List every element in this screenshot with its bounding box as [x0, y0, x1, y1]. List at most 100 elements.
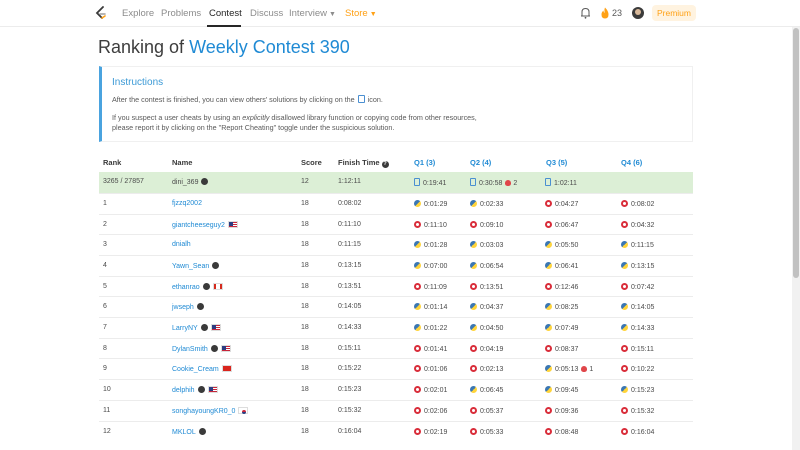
nav-discuss[interactable]: Discuss [250, 8, 283, 19]
cpp-icon[interactable] [414, 365, 421, 372]
bell-icon[interactable] [580, 7, 591, 19]
user-name-link[interactable]: DylanSmith [172, 346, 208, 353]
header-q3[interactable]: Q3 (5) [546, 158, 567, 167]
python-icon[interactable] [545, 324, 552, 331]
user-name-link[interactable]: Yawn_Sean [172, 263, 209, 270]
submission-time: 0:04:32 [631, 222, 655, 229]
submission-time: 0:02:13 [480, 366, 504, 373]
score-cell: 18 [301, 345, 309, 352]
user-name-link[interactable]: delphih [172, 387, 195, 394]
python-icon[interactable] [545, 241, 552, 248]
badge-icon [198, 428, 206, 435]
python-icon[interactable] [470, 386, 477, 393]
python-icon[interactable] [621, 386, 628, 393]
submission-time: 0:30:58 [479, 180, 503, 187]
python-icon[interactable] [621, 262, 628, 269]
contest-link[interactable]: Weekly Contest 390 [189, 37, 350, 57]
python-icon[interactable] [414, 200, 421, 207]
python-icon[interactable] [414, 324, 421, 331]
cpp-icon[interactable] [545, 428, 552, 435]
cpp-icon[interactable] [621, 200, 628, 207]
cpp-icon[interactable] [545, 200, 552, 207]
user-name-link[interactable]: jwseph [172, 304, 194, 311]
cpp-icon[interactable] [414, 428, 421, 435]
python-icon[interactable] [545, 365, 552, 372]
user-name-link[interactable]: Cookie_Cream [172, 366, 219, 373]
python-icon[interactable] [470, 303, 477, 310]
user-name-link[interactable]: songhayoungKR0_0 [172, 408, 235, 415]
cpp-icon[interactable] [470, 365, 477, 372]
submission-time: 0:07:49 [555, 325, 579, 332]
cpp-icon[interactable] [545, 407, 552, 414]
submission-time: 0:08:48 [555, 429, 579, 436]
cpp-icon[interactable] [414, 407, 421, 414]
python-icon[interactable] [621, 303, 628, 310]
python-icon[interactable] [414, 303, 421, 310]
document-icon[interactable] [545, 178, 551, 186]
cpp-icon[interactable] [621, 407, 628, 414]
cpp-icon[interactable] [621, 345, 628, 352]
user-name-link[interactable]: dnialh [172, 241, 191, 248]
cpp-icon[interactable] [414, 283, 421, 290]
nav-contest[interactable]: Contest [209, 8, 242, 19]
nav-interview[interactable]: Interview ▼ [289, 8, 336, 19]
cpp-icon[interactable] [414, 221, 421, 228]
cpp-icon[interactable] [621, 221, 628, 228]
user-name-link[interactable]: giantcheeseguy2 [172, 222, 225, 229]
user-name-link[interactable]: fjzzq2002 [172, 200, 202, 207]
instructions-line-1-end: icon. [367, 95, 383, 104]
document-icon[interactable] [470, 178, 476, 186]
header-q2[interactable]: Q2 (4) [470, 158, 491, 167]
cpp-icon[interactable] [414, 386, 421, 393]
document-icon[interactable] [414, 178, 420, 186]
cpp-icon[interactable] [545, 283, 552, 290]
user-name-link[interactable]: dini_369 [172, 179, 198, 186]
python-icon[interactable] [621, 241, 628, 248]
flag-ca-icon [212, 283, 223, 290]
help-icon[interactable]: ? [381, 161, 389, 168]
python-icon[interactable] [470, 241, 477, 248]
python-icon[interactable] [414, 262, 421, 269]
badge-icon [202, 283, 210, 290]
scrollbar-thumb[interactable] [793, 28, 799, 278]
q1-cell: 0:01:14 [414, 303, 447, 311]
submission-time: 0:08:37 [555, 346, 579, 353]
cpp-icon[interactable] [470, 283, 477, 290]
cpp-icon[interactable] [470, 345, 477, 352]
q4-cell: 0:15:23 [621, 386, 654, 394]
avatar[interactable] [632, 7, 644, 19]
fire-icon[interactable] [600, 7, 610, 19]
cpp-icon[interactable] [545, 345, 552, 352]
cpp-icon[interactable] [414, 345, 421, 352]
nav-problems[interactable]: Problems [161, 8, 201, 19]
score-cell: 18 [301, 407, 309, 414]
python-icon[interactable] [470, 324, 477, 331]
cpp-icon[interactable] [470, 428, 477, 435]
python-icon[interactable] [470, 200, 477, 207]
cpp-icon[interactable] [621, 283, 628, 290]
python-icon[interactable] [470, 262, 477, 269]
user-name-link[interactable]: ethanrao [172, 284, 200, 291]
python-icon[interactable] [545, 262, 552, 269]
user-name-link[interactable]: MKLOL [172, 429, 196, 436]
python-icon[interactable] [621, 324, 628, 331]
python-icon[interactable] [414, 241, 421, 248]
nav-store[interactable]: Store ▼ [345, 8, 377, 19]
nav-explore[interactable]: Explore [122, 8, 154, 19]
premium-button[interactable]: Premium [652, 5, 696, 21]
cpp-icon[interactable] [621, 365, 628, 372]
q4-cell: 0:08:02 [621, 200, 654, 208]
cpp-icon[interactable] [621, 428, 628, 435]
submission-time: 0:11:10 [424, 222, 447, 229]
header-q1[interactable]: Q1 (3) [414, 158, 435, 167]
python-icon[interactable] [545, 386, 552, 393]
cpp-icon[interactable] [545, 221, 552, 228]
cpp-icon[interactable] [470, 221, 477, 228]
python-icon[interactable] [545, 303, 552, 310]
instructions-line-3: please report it by clicking on the "Rep… [112, 123, 395, 132]
user-name-link[interactable]: LarryNY [172, 325, 198, 332]
leetcode-logo[interactable] [95, 6, 107, 21]
rank-cell: 3 [103, 241, 107, 248]
header-q4[interactable]: Q4 (6) [621, 158, 642, 167]
cpp-icon[interactable] [470, 407, 477, 414]
